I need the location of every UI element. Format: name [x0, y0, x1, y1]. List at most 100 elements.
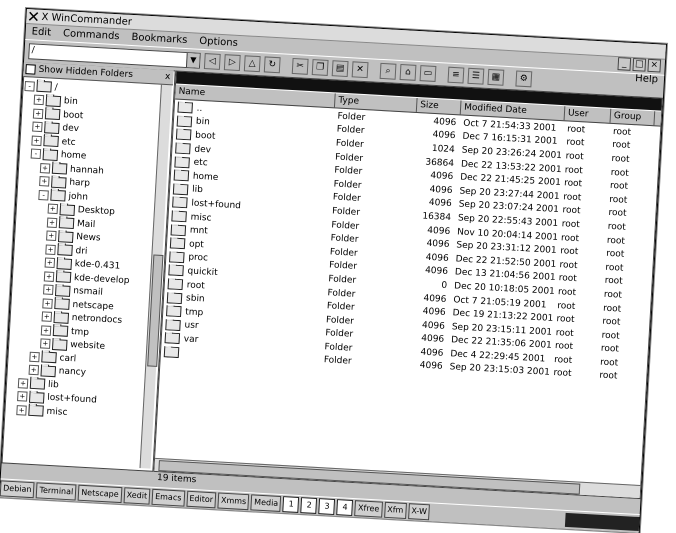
col-group[interactable]: Group: [610, 108, 656, 126]
menu-commands[interactable]: Commands: [63, 28, 120, 42]
chevron-down-icon[interactable]: ▼: [185, 53, 200, 68]
file-name: tmp: [184, 307, 204, 319]
folder-icon: [28, 405, 44, 417]
file-name: etc: [193, 157, 208, 169]
file-name: mnt: [189, 225, 209, 237]
taskbar-debian-button[interactable]: Debian: [0, 480, 35, 499]
tree-expander-icon[interactable]: +: [39, 176, 50, 187]
file-size-cell: 4096: [421, 320, 446, 332]
desktop-page-4[interactable]: 4: [336, 499, 354, 517]
col-user[interactable]: User: [564, 106, 612, 123]
details-view-icon[interactable]: ▦: [487, 68, 505, 86]
refresh-icon[interactable]: ↻: [263, 56, 281, 74]
tree-node-label: nancy: [58, 366, 87, 379]
file-group-cell: root: [611, 140, 631, 152]
tree-close-icon[interactable]: x: [165, 72, 171, 82]
tree-expander-icon[interactable]: +: [40, 325, 52, 336]
tree-node-label: carl: [59, 353, 77, 365]
tree-expander-icon[interactable]: +: [32, 121, 43, 133]
home-icon[interactable]: ⌂: [399, 63, 417, 81]
tree-expander-icon[interactable]: +: [32, 108, 44, 119]
taskbar-emacs-button[interactable]: Emacs: [151, 488, 185, 507]
menu-edit[interactable]: Edit: [31, 26, 51, 38]
tree-expander-icon[interactable]: +: [47, 203, 59, 215]
tree-expander-icon[interactable]: +: [46, 217, 58, 228]
delete-icon[interactable]: ✕: [351, 61, 369, 79]
tree-expander-icon[interactable]: +: [44, 257, 56, 269]
menu-bookmarks[interactable]: Bookmarks: [131, 31, 187, 45]
show-hidden-checkbox[interactable]: [25, 64, 36, 75]
tree-expander-icon[interactable]: +: [28, 364, 40, 376]
col-size[interactable]: Size: [416, 97, 462, 115]
desktop-page-3[interactable]: 3: [318, 498, 336, 516]
file-group-cell: root: [607, 221, 626, 233]
file-name: sbin: [185, 293, 205, 305]
taskbar-netscape-button[interactable]: Netscape: [77, 484, 123, 504]
tree-expander-icon[interactable]: +: [42, 298, 53, 309]
tree-expander-icon[interactable]: -: [38, 189, 49, 201]
tree-expander-icon[interactable]: -: [30, 148, 42, 160]
tree-expander-icon[interactable]: +: [43, 284, 54, 296]
tree-expander-icon[interactable]: +: [39, 162, 51, 174]
tree-expander-icon[interactable]: +: [41, 311, 53, 323]
file-name: root: [186, 279, 206, 291]
forward-icon[interactable]: ▷: [223, 54, 241, 72]
file-group-cell: root: [603, 289, 623, 301]
tree-expander-icon[interactable]: -: [24, 80, 35, 92]
paste-icon[interactable]: ▤: [331, 60, 349, 78]
desktop-page-1[interactable]: 1: [282, 496, 300, 514]
back-icon[interactable]: ◁: [203, 53, 221, 70]
taskbar-xedit-button[interactable]: Xedit: [123, 487, 151, 505]
file-group-cell: root: [599, 371, 618, 383]
tree-expander-icon[interactable]: +: [43, 271, 55, 282]
up-icon[interactable]: △: [243, 55, 261, 73]
tree-expander-icon[interactable]: +: [40, 338, 51, 350]
tree-expander-icon[interactable]: +: [16, 404, 27, 416]
maximize-icon[interactable]: □: [632, 57, 647, 72]
properties-icon[interactable]: ≡: [447, 66, 465, 84]
tree-expander-icon[interactable]: +: [17, 377, 29, 389]
folder-icon: [58, 217, 75, 230]
cut-icon[interactable]: ✂: [291, 57, 309, 75]
tree-expander-icon[interactable]: +: [46, 230, 57, 242]
taskbar-window-xw[interactable]: X-W: [407, 503, 431, 521]
tree-node-label: lib: [47, 379, 59, 391]
file-group-cell: root: [606, 235, 626, 247]
menu-options[interactable]: Options: [199, 35, 238, 48]
file-size-cell: 4096: [427, 225, 451, 237]
list-view-icon[interactable]: ☰: [467, 67, 485, 85]
minimize-icon[interactable]: _: [617, 57, 632, 71]
taskbar-terminal-button[interactable]: Terminal: [36, 482, 77, 501]
file-group-cell: root: [605, 248, 625, 260]
tree-expander-icon[interactable]: +: [33, 94, 45, 106]
folder-icon: [28, 391, 45, 404]
taskbar-media-button[interactable]: Media: [250, 494, 282, 513]
copy-icon[interactable]: ❐: [311, 59, 329, 76]
desktop-page-2[interactable]: 2: [300, 497, 318, 515]
folder-icon: [50, 189, 66, 202]
file-size-cell: 4096: [419, 361, 443, 373]
new-folder-icon[interactable]: ▭: [419, 65, 437, 82]
tree-expander-icon[interactable]: +: [45, 244, 56, 255]
tree-expander-icon[interactable]: +: [17, 391, 28, 402]
taskbar-editor-button[interactable]: Editor: [185, 490, 217, 509]
window-controls: _ □ ×: [617, 57, 662, 73]
tree-expander-icon[interactable]: +: [29, 351, 40, 363]
file-name: dev: [194, 144, 212, 156]
close-icon[interactable]: ×: [647, 58, 662, 73]
folder-icon: [176, 115, 193, 128]
taskbar-window-xfm[interactable]: Xfm: [383, 501, 407, 520]
tree-node-label: boot: [62, 109, 84, 122]
settings-icon[interactable]: ⚙: [515, 70, 533, 88]
file-group-cell: root: [612, 126, 632, 138]
tree-node-label: dev: [62, 123, 80, 135]
folder-icon: [172, 183, 189, 196]
file-size-cell: 4096: [430, 171, 454, 183]
folder-icon: [41, 351, 57, 364]
taskbar-window-xfree[interactable]: Xfree: [354, 500, 383, 518]
search-icon[interactable]: ⌕: [379, 62, 397, 80]
tree-expander-icon[interactable]: +: [31, 135, 42, 146]
file-name: misc: [190, 212, 212, 224]
taskbar-xmms-button[interactable]: Xmms: [217, 492, 250, 511]
folder-icon: [53, 311, 70, 324]
